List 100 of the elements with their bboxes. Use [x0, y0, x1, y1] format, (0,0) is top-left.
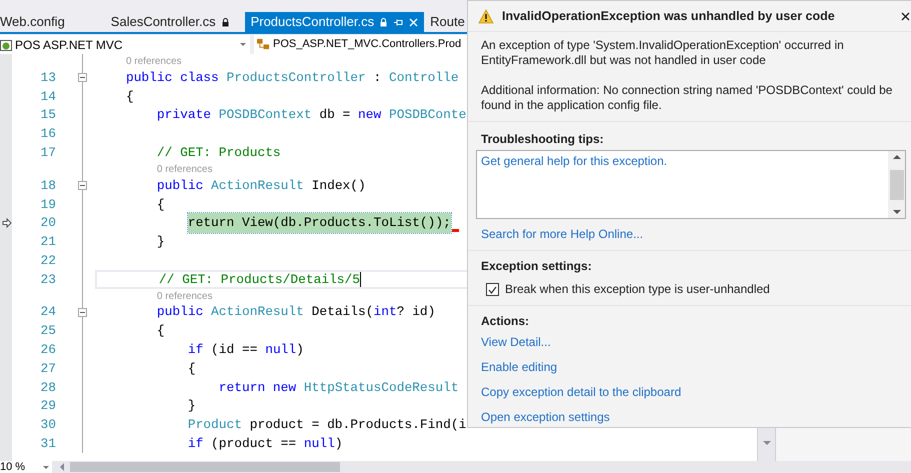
- additional-information: Additional information: No connection string named 'POSDBContext' could be found in the application config file.: [481, 83, 894, 113]
- line-number: 29: [40, 397, 56, 416]
- line-number: 14: [40, 88, 56, 106]
- line-number: 16: [40, 125, 56, 144]
- code-token: int: [374, 304, 397, 320]
- horizontal-scrollbar-thumb[interactable]: [70, 462, 340, 472]
- line-number: 19: [40, 196, 56, 214]
- code-token: new: [358, 107, 382, 122]
- document-tab[interactable]: Route: [424, 12, 471, 32]
- scroll-up-icon[interactable]: [892, 155, 900, 159]
- code-token: {: [156, 196, 165, 212]
- caret-icon: [43, 466, 49, 468]
- search-help-link[interactable]: Search for more Help Online...: [476, 227, 648, 242]
- line-number: 30: [40, 416, 56, 434]
- code-token: return new: [218, 380, 298, 395]
- scroll-down-icon[interactable]: [762, 441, 770, 445]
- close-icon[interactable]: [901, 12, 910, 20]
- popup-title: InvalidOperationException was unhandled by user code: [502, 8, 836, 24]
- code-token: (id ==: [210, 342, 258, 358]
- code-token: (product ==: [210, 436, 298, 452]
- code-token: ? id): [396, 304, 436, 320]
- line-number: 31: [40, 435, 56, 454]
- code-token: Details(: [310, 304, 374, 320]
- section-heading: Troubleshooting tips:: [480, 132, 605, 147]
- document-tab[interactable]: Web.config: [0, 12, 105, 32]
- line-number: 27: [40, 360, 56, 378]
- code-token: if: [188, 342, 204, 358]
- collapse-icon[interactable]: [78, 308, 87, 317]
- scrollbar-thumb[interactable]: [890, 170, 904, 200]
- code-token: null: [265, 342, 296, 358]
- code-token: ): [296, 342, 304, 358]
- globe-icon: [0, 38, 12, 50]
- code-token: HttpStatusCodeResult: [304, 380, 459, 395]
- code-token: }: [156, 234, 165, 250]
- code-token: db =: [318, 107, 352, 122]
- code-token: POSDBContext: [218, 107, 312, 122]
- zoom-dropdown[interactable]: 10 %: [0, 461, 52, 473]
- code-token: :: [372, 70, 382, 85]
- exception-message: An exception of type 'System.InvalidOperationException' occurred in EntityFramework.dll but was not handled in user code: [481, 38, 845, 68]
- references-codelens[interactable]: 0 references: [156, 290, 212, 303]
- code-token: public: [156, 304, 204, 320]
- error-squiggle: [452, 228, 459, 232]
- code-token: ): [334, 436, 343, 452]
- line-number: 25: [40, 322, 56, 340]
- code-token: if: [188, 436, 204, 452]
- caret-icon: [240, 43, 246, 46]
- code-token: product = db.Products.Find(i: [248, 417, 466, 432]
- references-codelens[interactable]: 0 references: [156, 162, 212, 176]
- line-number: 24: [40, 303, 56, 322]
- document-tab[interactable]: SalesController.cs: [104, 12, 245, 32]
- code-token: return View(db.Products.ToList());: [188, 215, 451, 230]
- code-token: // GET: Products: [156, 144, 281, 160]
- scroll-left-icon[interactable]: [60, 463, 64, 471]
- action-link[interactable]: Open exception settings: [481, 410, 610, 425]
- references-codelens[interactable]: 0 references: [126, 55, 182, 68]
- line-number: 18: [40, 176, 56, 195]
- code-token: POSDBConte: [388, 107, 466, 122]
- action-link[interactable]: Copy exception detail to the clipboard: [481, 385, 682, 400]
- line-number: 26: [40, 341, 56, 360]
- project-dropdown[interactable]: POS ASP.NET MVC: [0, 35, 250, 54]
- code-token: null: [304, 436, 335, 452]
- scroll-down-icon[interactable]: [892, 210, 900, 214]
- check-icon: [488, 286, 497, 294]
- code-token: }: [188, 398, 196, 414]
- action-link[interactable]: View Detail...: [481, 335, 551, 350]
- code-token: ActionResult: [211, 178, 304, 193]
- code-token: // GET: Products/Details/5: [158, 272, 360, 287]
- code-token: Index(): [310, 178, 366, 193]
- line-number: 23: [40, 270, 56, 289]
- line-number: 13: [40, 68, 56, 87]
- section-heading: Exception settings:: [481, 259, 592, 274]
- code-token: ActionResult: [211, 304, 304, 320]
- pin-icon[interactable]: [393, 18, 404, 26]
- code-token: public class: [126, 70, 220, 85]
- warning-icon: [478, 8, 494, 24]
- collapse-icon[interactable]: [78, 180, 87, 190]
- line-number: 21: [40, 233, 56, 252]
- line-number: 15: [40, 106, 56, 124]
- collapse-icon[interactable]: [78, 73, 87, 82]
- line-number: 22: [40, 252, 56, 270]
- break-checkbox[interactable]: Break when this exception type is user-unhandled: [486, 282, 770, 297]
- checkbox[interactable]: [486, 283, 499, 296]
- action-link[interactable]: Enable editing: [481, 360, 558, 375]
- line-number: 20: [40, 214, 56, 232]
- code-token: Product: [188, 417, 242, 432]
- line-number: 28: [40, 378, 56, 397]
- tips-scrollbar[interactable]: [888, 151, 905, 218]
- code-token: {: [156, 323, 165, 338]
- code-token: private: [156, 107, 212, 122]
- text-cursor: [360, 272, 362, 287]
- code-token: Controlle: [389, 70, 459, 85]
- code-token: {: [126, 88, 134, 104]
- class-icon: [256, 38, 271, 51]
- code-token: ProductsController: [226, 70, 366, 85]
- document-tab[interactable]: ProductsController.cs: [244, 12, 424, 32]
- help-link[interactable]: Get general help for this exception.: [481, 154, 668, 169]
- code-token: {: [188, 360, 196, 376]
- section-heading: Actions:: [481, 314, 529, 329]
- line-number: 17: [40, 144, 56, 162]
- code-token: public: [156, 178, 204, 193]
